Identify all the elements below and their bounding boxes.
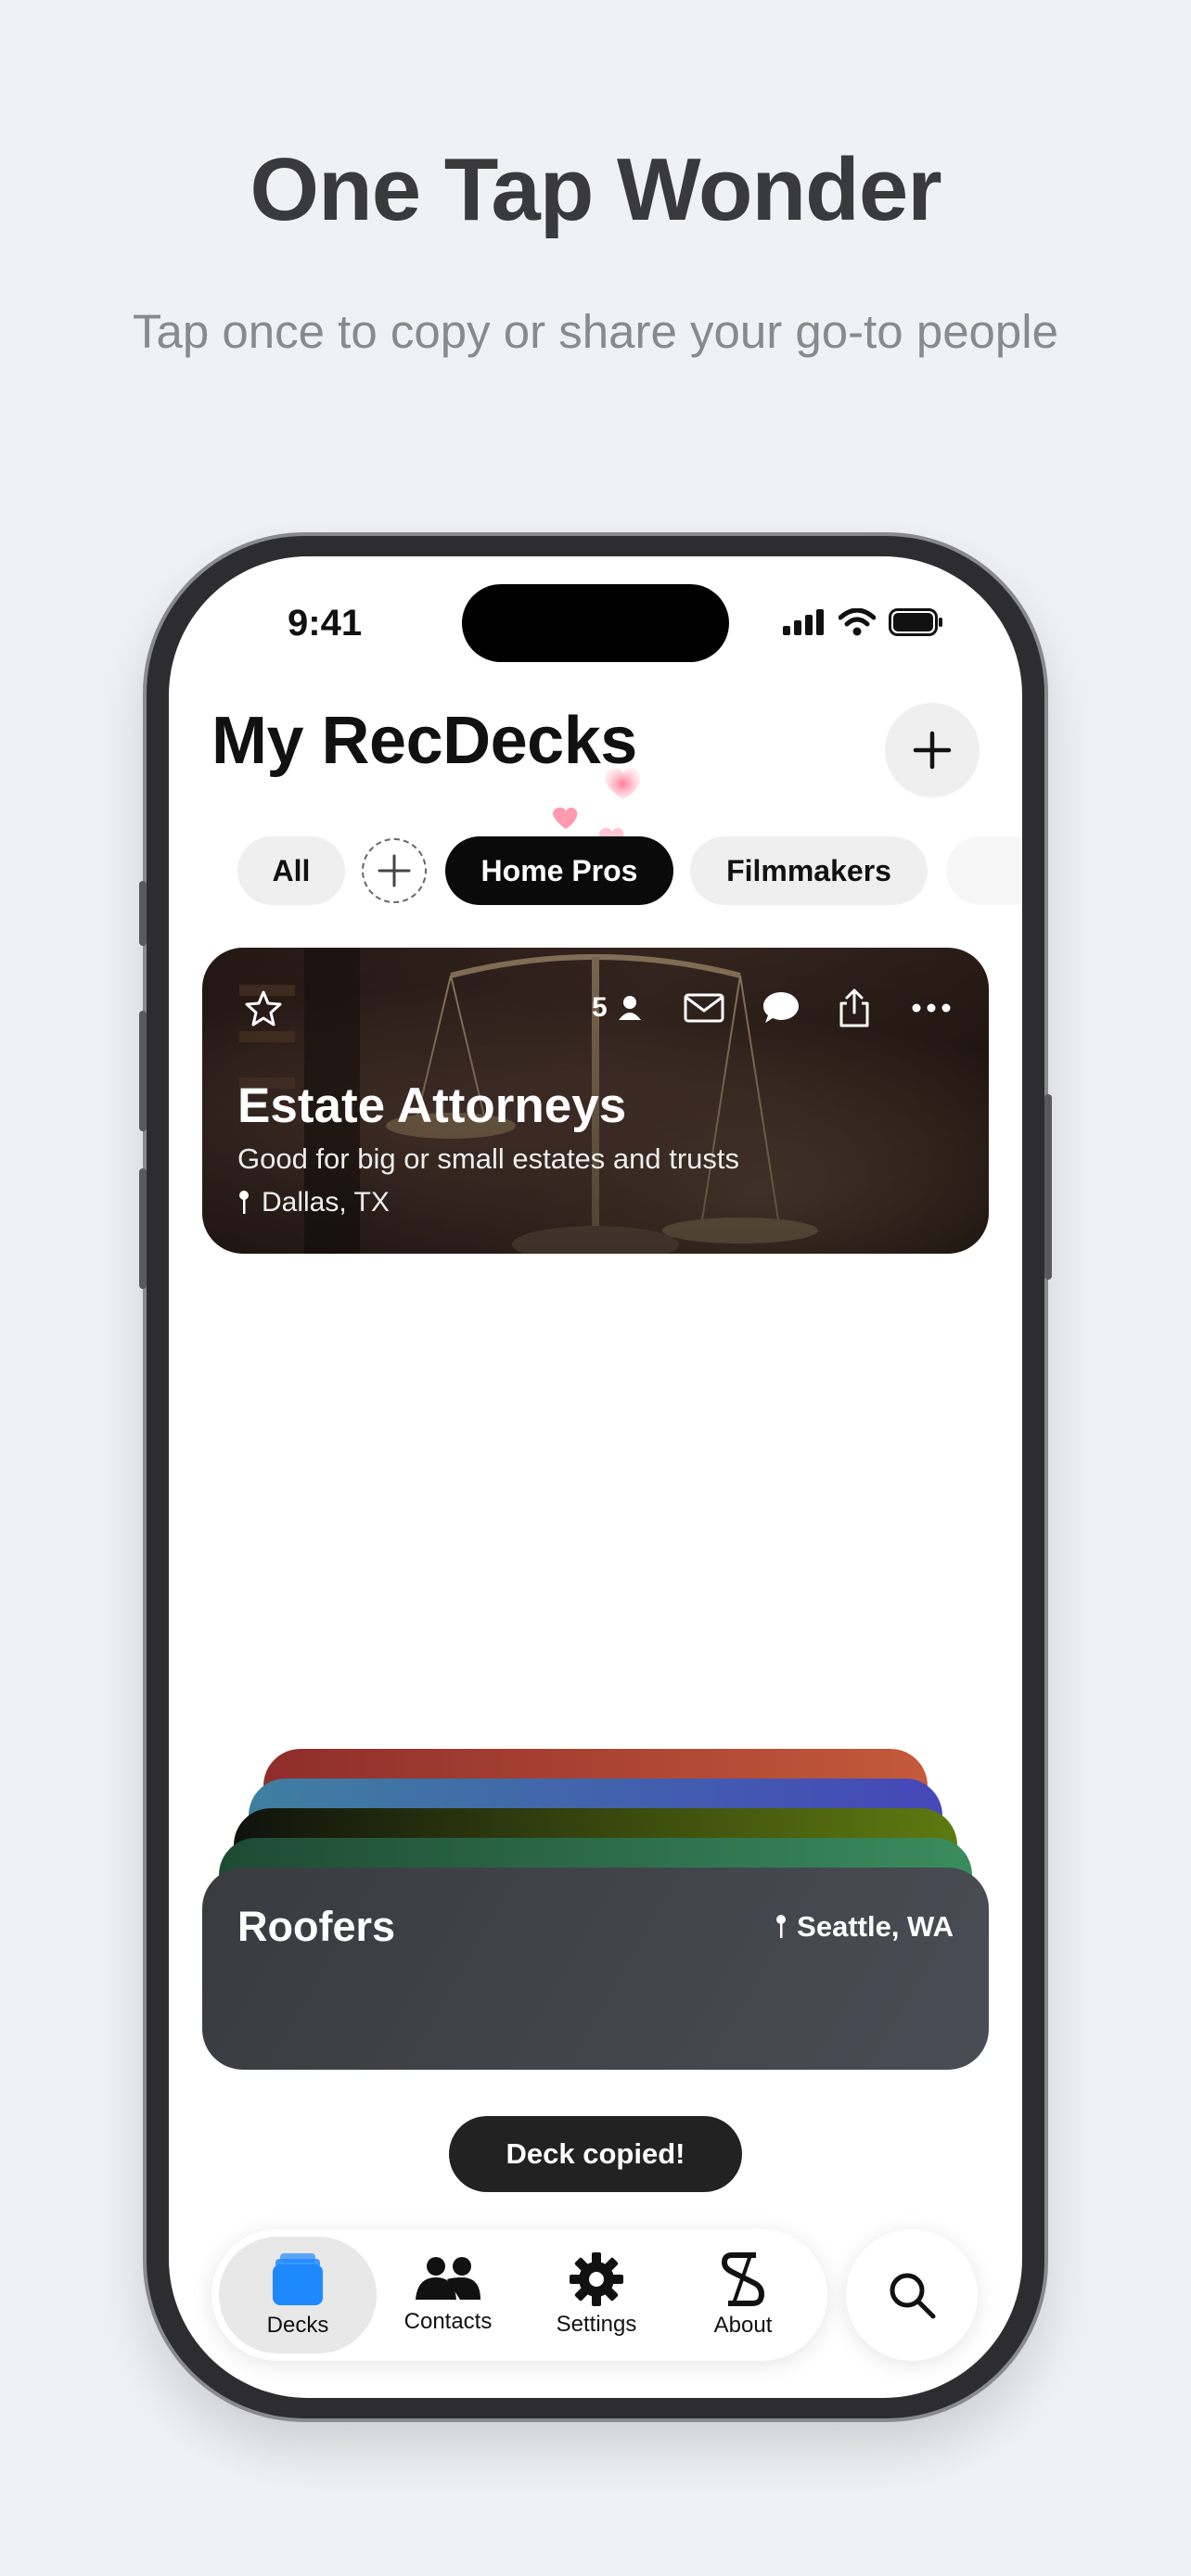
contacts-icon: [416, 2257, 480, 2300]
deck-card-roofers[interactable]: Roofers Seattle, WA: [202, 1868, 989, 2070]
roofers-location-text: Seattle, WA: [797, 1910, 954, 1943]
deck-description: Good for big or small estates and trusts: [237, 1142, 740, 1175]
phone-action-button: [139, 881, 147, 946]
hero-title: One Tap Wonder: [250, 140, 941, 239]
chip-home-pros[interactable]: Home Pros: [445, 836, 673, 905]
tab-bar: Decks Contacts Settings About: [211, 2229, 827, 2361]
gear-icon: [570, 2252, 623, 2306]
filter-chips: All Home Pros Filmmakers: [237, 836, 1022, 905]
decks-icon: [273, 2253, 323, 2305]
chip-filmmakers[interactable]: Filmmakers: [690, 836, 928, 905]
member-count: 5: [592, 992, 608, 1023]
hero-subtitle: Tap once to copy or share your go-to peo…: [133, 305, 1058, 358]
tab-settings[interactable]: Settings: [523, 2237, 670, 2353]
search-button[interactable]: [846, 2229, 978, 2361]
toast-deck-copied: Deck copied!: [449, 2116, 742, 2192]
tab-settings-label: Settings: [556, 2312, 637, 2337]
share-icon[interactable]: [838, 988, 871, 1027]
plus-icon: [378, 854, 411, 887]
wifi-icon: [839, 608, 876, 636]
about-logo-icon: [722, 2252, 764, 2306]
tab-contacts-label: Contacts: [403, 2309, 493, 2334]
status-time: 9:41: [288, 603, 363, 644]
phone-volume-down: [139, 1168, 147, 1289]
tab-contacts[interactable]: Contacts: [375, 2237, 521, 2353]
signal-icon: [783, 609, 824, 635]
page-title: My RecDecks: [211, 704, 637, 778]
add-deck-button[interactable]: [885, 703, 980, 797]
roofers-title: Roofers: [237, 1903, 396, 1950]
chip-all[interactable]: All: [237, 836, 345, 905]
pin-icon: [776, 1915, 787, 1938]
pin-icon: [239, 1191, 249, 1214]
card-action-icons: 5: [592, 988, 951, 1027]
more-icon[interactable]: [912, 1003, 951, 1013]
battery-icon: [889, 608, 942, 636]
tab-about-label: About: [713, 2313, 773, 2338]
roofers-location: Seattle, WA: [775, 1910, 954, 1944]
deck-location-text: Dallas, TX: [262, 1187, 390, 1218]
status-icons: [783, 608, 944, 636]
deck-title: Estate Attorneys: [237, 1078, 627, 1133]
message-icon[interactable]: [762, 990, 800, 1026]
dynamic-island: [462, 584, 729, 662]
tab-decks[interactable]: Decks: [219, 2237, 377, 2353]
chip-overflow[interactable]: [946, 836, 1022, 905]
tab-decks-label: Decks: [266, 2313, 329, 2338]
star-icon[interactable]: [243, 988, 284, 1029]
person-icon: [618, 996, 641, 1020]
card-left-icons: [243, 988, 284, 1029]
search-icon: [890, 2273, 936, 2319]
phone-power-button: [1044, 1094, 1052, 1280]
deck-location: Dallas, TX: [237, 1187, 390, 1218]
deck-card-estate-attorneys[interactable]: 5 Estate Attorneys Good for big or small…: [202, 948, 989, 1254]
phone-volume-up: [139, 1011, 147, 1131]
mail-icon[interactable]: [684, 993, 724, 1023]
tab-about[interactable]: About: [670, 2237, 816, 2353]
add-chip-button[interactable]: [362, 838, 427, 903]
plus-icon: [913, 731, 952, 770]
phone-screen: 9:41 My RecDecks All Home Pros Filmmaker…: [169, 556, 1022, 2398]
